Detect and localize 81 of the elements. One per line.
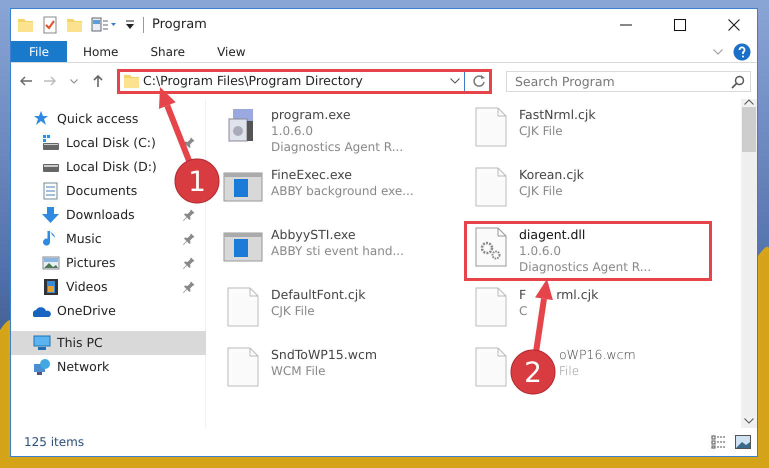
file-name: DefaultFont.cjk xyxy=(271,287,366,303)
pin-icon[interactable] xyxy=(182,137,194,149)
search-field[interactable]: Search Program xyxy=(506,70,751,92)
minimize-icon xyxy=(620,24,632,26)
annotation-marker xyxy=(510,350,556,394)
file-name: program.exe xyxy=(271,107,351,123)
down-arrow-icon xyxy=(42,206,60,224)
step-number: 2 xyxy=(524,356,542,389)
file-detail: 1.0.6.0 xyxy=(519,243,561,259)
file-name: FineExec.exe xyxy=(271,167,352,183)
file-name: oWP16.wcm xyxy=(559,347,636,363)
nav-item[interactable]: OneDrive xyxy=(11,299,171,323)
file-name: Korean.cjk xyxy=(519,167,584,183)
search-icon xyxy=(731,74,745,88)
pin-icon[interactable] xyxy=(182,257,194,269)
file-menu-button[interactable]: File xyxy=(11,41,67,62)
up-arrow-icon xyxy=(91,74,105,88)
file-name: rml.cjk xyxy=(556,287,598,303)
nav-item[interactable]: Downloads xyxy=(11,203,171,227)
file-detail: Diagnostics Agent R... xyxy=(519,259,652,275)
scroll-thumb[interactable] xyxy=(742,107,756,152)
help-icon[interactable] xyxy=(733,43,751,61)
nav-item[interactable]: Local Disk (C:) xyxy=(11,131,171,155)
file-detail: CJK File xyxy=(519,123,563,139)
checklist-icon[interactable] xyxy=(42,16,58,34)
nav-item[interactable]: Music xyxy=(11,227,171,251)
address-bar[interactable]: C:\Program Files\Program Directory xyxy=(117,68,492,94)
scroll-down-icon[interactable] xyxy=(744,418,754,424)
file-name: FastNrml.cjk xyxy=(519,107,596,123)
back-arrow-icon xyxy=(19,74,33,88)
picture-icon xyxy=(42,254,60,272)
film-icon xyxy=(42,278,60,296)
monitor-icon xyxy=(33,334,51,352)
step-number: 1 xyxy=(188,165,206,198)
address-path: C:\Program Files\Program Directory xyxy=(143,72,364,90)
nav-item[interactable]: This PC xyxy=(11,331,206,355)
file-name: SndToWP15.wcm xyxy=(271,347,377,363)
maximize-icon xyxy=(674,19,686,31)
ribbon-tab[interactable]: View xyxy=(201,41,262,62)
ribbon-tab[interactable]: Home xyxy=(67,41,134,62)
network-icon xyxy=(33,358,51,376)
nav-item[interactable]: Network xyxy=(11,355,171,379)
nav-item[interactable]: Pictures xyxy=(11,251,171,275)
scrollbar[interactable] xyxy=(741,99,757,428)
caret-icon xyxy=(70,78,78,84)
nav-item[interactable]: Documents xyxy=(11,179,171,203)
file-name: F xyxy=(519,287,526,303)
details-view-icon[interactable] xyxy=(711,435,727,449)
pin-icon[interactable] xyxy=(182,209,194,221)
file-detail: ABBY background exe... xyxy=(271,183,414,199)
forward-arrow-icon xyxy=(43,74,57,88)
file-detail: File xyxy=(559,363,580,379)
window-title: Program xyxy=(152,16,207,34)
customize-toolbar-icon[interactable] xyxy=(125,19,135,31)
annotation-marker xyxy=(174,158,220,204)
file-detail: CJK File xyxy=(271,303,315,319)
item-count: 125 items xyxy=(24,434,84,451)
refresh-icon[interactable] xyxy=(472,74,486,88)
nav-item[interactable]: Quick access xyxy=(11,107,171,131)
file-name: AbbyySTI.exe xyxy=(271,227,356,243)
file-detail: 1.0.6.0 xyxy=(271,123,313,139)
document-icon xyxy=(42,182,60,200)
folder-icon xyxy=(123,73,139,89)
file-detail: Diagnostics Agent R... xyxy=(271,139,404,155)
large-icons-view-icon[interactable] xyxy=(735,435,751,449)
view-options-icon[interactable] xyxy=(91,17,117,33)
file-detail: ABBY sti event hand... xyxy=(271,243,404,259)
file-detail: WCM File xyxy=(271,363,326,379)
nav-item[interactable]: Local Disk (D:) xyxy=(11,155,171,179)
pin-icon[interactable] xyxy=(182,281,194,293)
file-name: diagent.dll xyxy=(519,227,586,243)
drive-icon xyxy=(42,134,60,152)
expand-ribbon-icon[interactable] xyxy=(713,49,723,55)
file-detail: C xyxy=(519,303,528,319)
file-detail: CJK File xyxy=(519,183,563,199)
close-icon xyxy=(728,19,740,31)
scroll-up-icon[interactable] xyxy=(744,99,754,105)
ribbon-tab[interactable]: Share xyxy=(134,41,202,62)
pin-icon[interactable] xyxy=(182,233,194,245)
dropdown-icon[interactable] xyxy=(450,78,460,84)
nav-item[interactable]: Videos xyxy=(11,275,171,299)
